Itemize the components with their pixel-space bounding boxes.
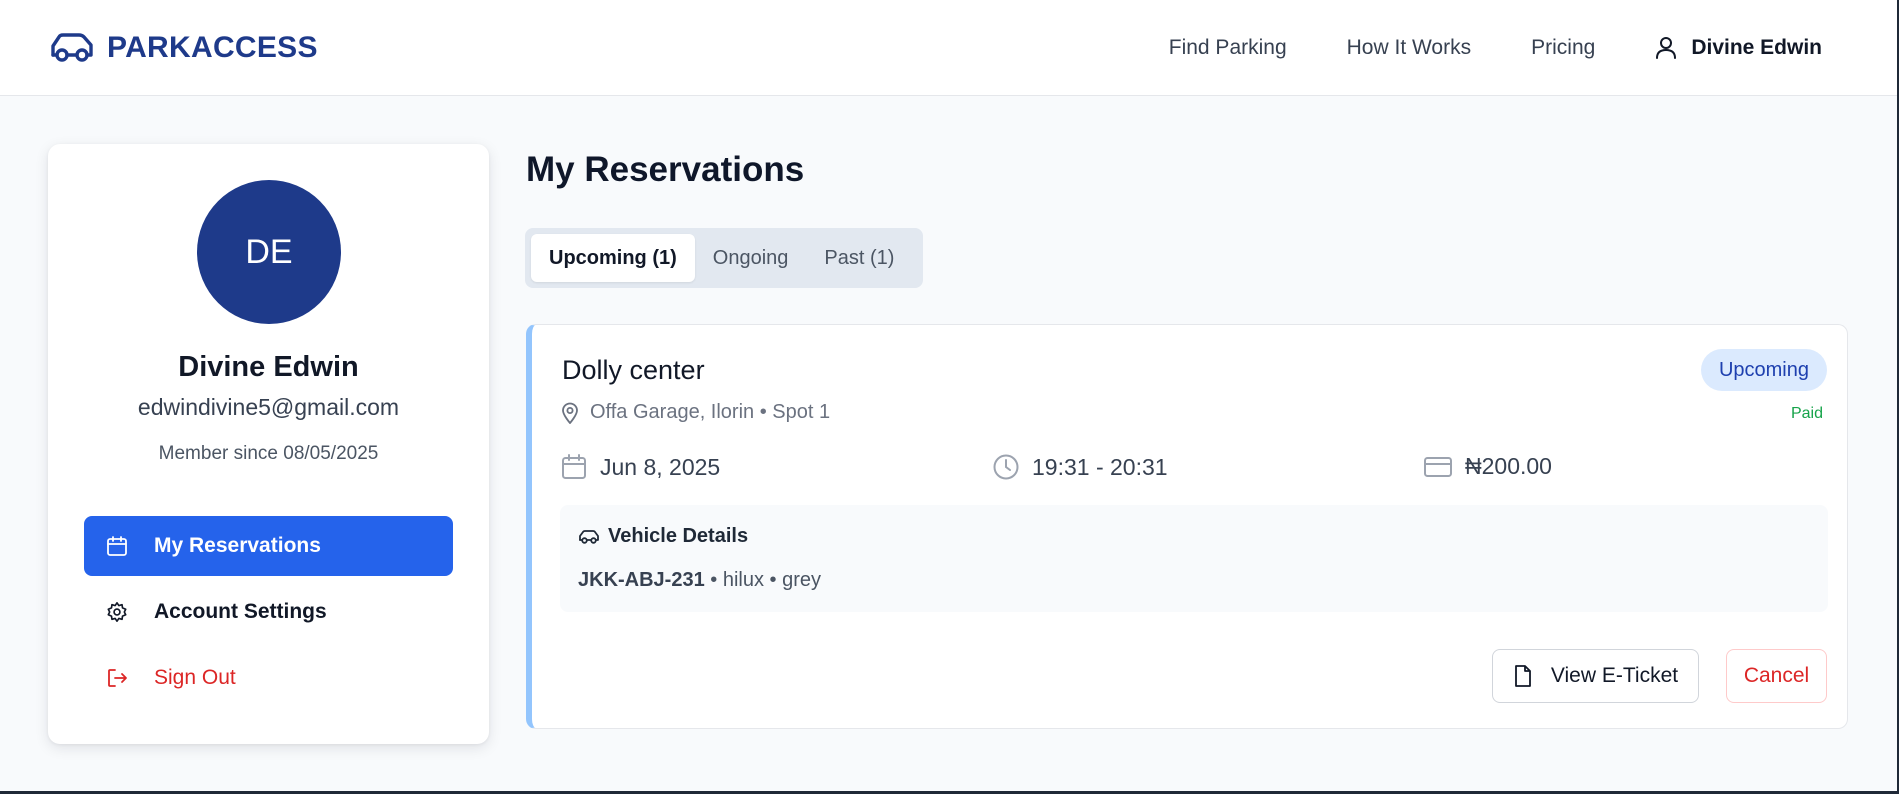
user-icon — [1655, 36, 1677, 60]
price-text: ₦200.00 — [1465, 453, 1552, 479]
menu-my-reservations[interactable]: My Reservations — [84, 516, 453, 576]
reservation-tabs: Upcoming (1) Ongoing Past (1) — [525, 228, 923, 288]
reservation-card: Dolly center Offa Garage, Ilorin • Spot … — [526, 324, 1848, 729]
nav-pricing[interactable]: Pricing — [1531, 36, 1595, 60]
time-text: 19:31 - 20:31 — [1032, 453, 1168, 480]
date-text: Jun 8, 2025 — [600, 453, 721, 480]
car-icon — [578, 528, 600, 546]
sign-out-icon — [106, 667, 128, 689]
view-e-ticket-button[interactable]: View E-Ticket — [1492, 649, 1699, 703]
menu-label: Sign Out — [154, 666, 236, 689]
avatar-initials: DE — [245, 232, 293, 271]
menu-sign-out[interactable]: Sign Out — [84, 648, 453, 708]
vehicle-details-box: Vehicle Details JKK-ABJ-231 • hilux • gr… — [560, 505, 1828, 612]
tab-past[interactable]: Past (1) — [806, 234, 912, 282]
reservation-name: Dolly center — [562, 355, 705, 385]
reservation-location: Offa Garage, Ilorin • Spot 1 — [560, 401, 830, 424]
calendar-icon — [560, 453, 588, 481]
view-e-ticket-label: View E-Ticket — [1550, 664, 1679, 687]
credit-card-icon — [1423, 454, 1453, 480]
vehicle-model-color: • hilux • grey — [704, 569, 821, 591]
payment-status: Paid — [1790, 405, 1823, 422]
brand-name: PARKACCESS — [107, 31, 318, 64]
top-navigation-bar: PARKACCESS Find Parking How It Works Pri… — [0, 0, 1897, 96]
menu-label: Account Settings — [154, 600, 327, 623]
avatar: DE — [197, 180, 341, 324]
nav-find-parking[interactable]: Find Parking — [1169, 36, 1287, 60]
calendar-icon — [106, 535, 128, 557]
reservation-price: ₦200.00 — [1423, 453, 1552, 480]
nav-how-it-works[interactable]: How It Works — [1347, 36, 1471, 60]
cancel-label: Cancel — [1743, 664, 1810, 687]
location-text: Offa Garage, Ilorin • Spot 1 — [590, 401, 831, 423]
profile-email: edwindivine5@gmail.com — [137, 394, 400, 420]
main-nav: Find Parking How It Works Pricing Divine… — [1169, 0, 1822, 96]
clock-icon — [992, 453, 1020, 481]
tab-ongoing[interactable]: Ongoing — [695, 234, 807, 282]
menu-account-settings[interactable]: Account Settings — [84, 582, 453, 642]
vehicle-plate: JKK-ABJ-231 — [578, 569, 705, 591]
file-icon — [1513, 664, 1533, 688]
tab-upcoming[interactable]: Upcoming (1) — [531, 234, 695, 282]
map-pin-icon — [560, 402, 580, 424]
vehicle-details-heading: Vehicle Details — [578, 525, 748, 548]
vehicle-info: JKK-ABJ-231 • hilux • grey — [578, 569, 821, 592]
status-badge: Upcoming — [1700, 349, 1827, 391]
cancel-reservation-button[interactable]: Cancel — [1726, 649, 1827, 703]
menu-label: My Reservations — [154, 534, 321, 557]
profile-name: Divine Edwin — [178, 351, 359, 383]
reservation-time: 19:31 - 20:31 — [992, 453, 1168, 481]
profile-card: DE Divine Edwin edwindivine5@gmail.com M… — [48, 144, 489, 744]
member-since: Member since 08/05/2025 — [158, 443, 379, 464]
page-title: My Reservations — [526, 150, 805, 189]
user-name: Divine Edwin — [1691, 36, 1822, 59]
reservation-date: Jun 8, 2025 — [560, 453, 720, 481]
car-icon — [49, 30, 95, 66]
user-menu[interactable]: Divine Edwin — [1655, 36, 1822, 60]
brand-logo-link[interactable]: PARKACCESS — [49, 30, 318, 66]
gear-icon — [106, 601, 128, 623]
vehicle-heading-text: Vehicle Details — [608, 525, 749, 547]
